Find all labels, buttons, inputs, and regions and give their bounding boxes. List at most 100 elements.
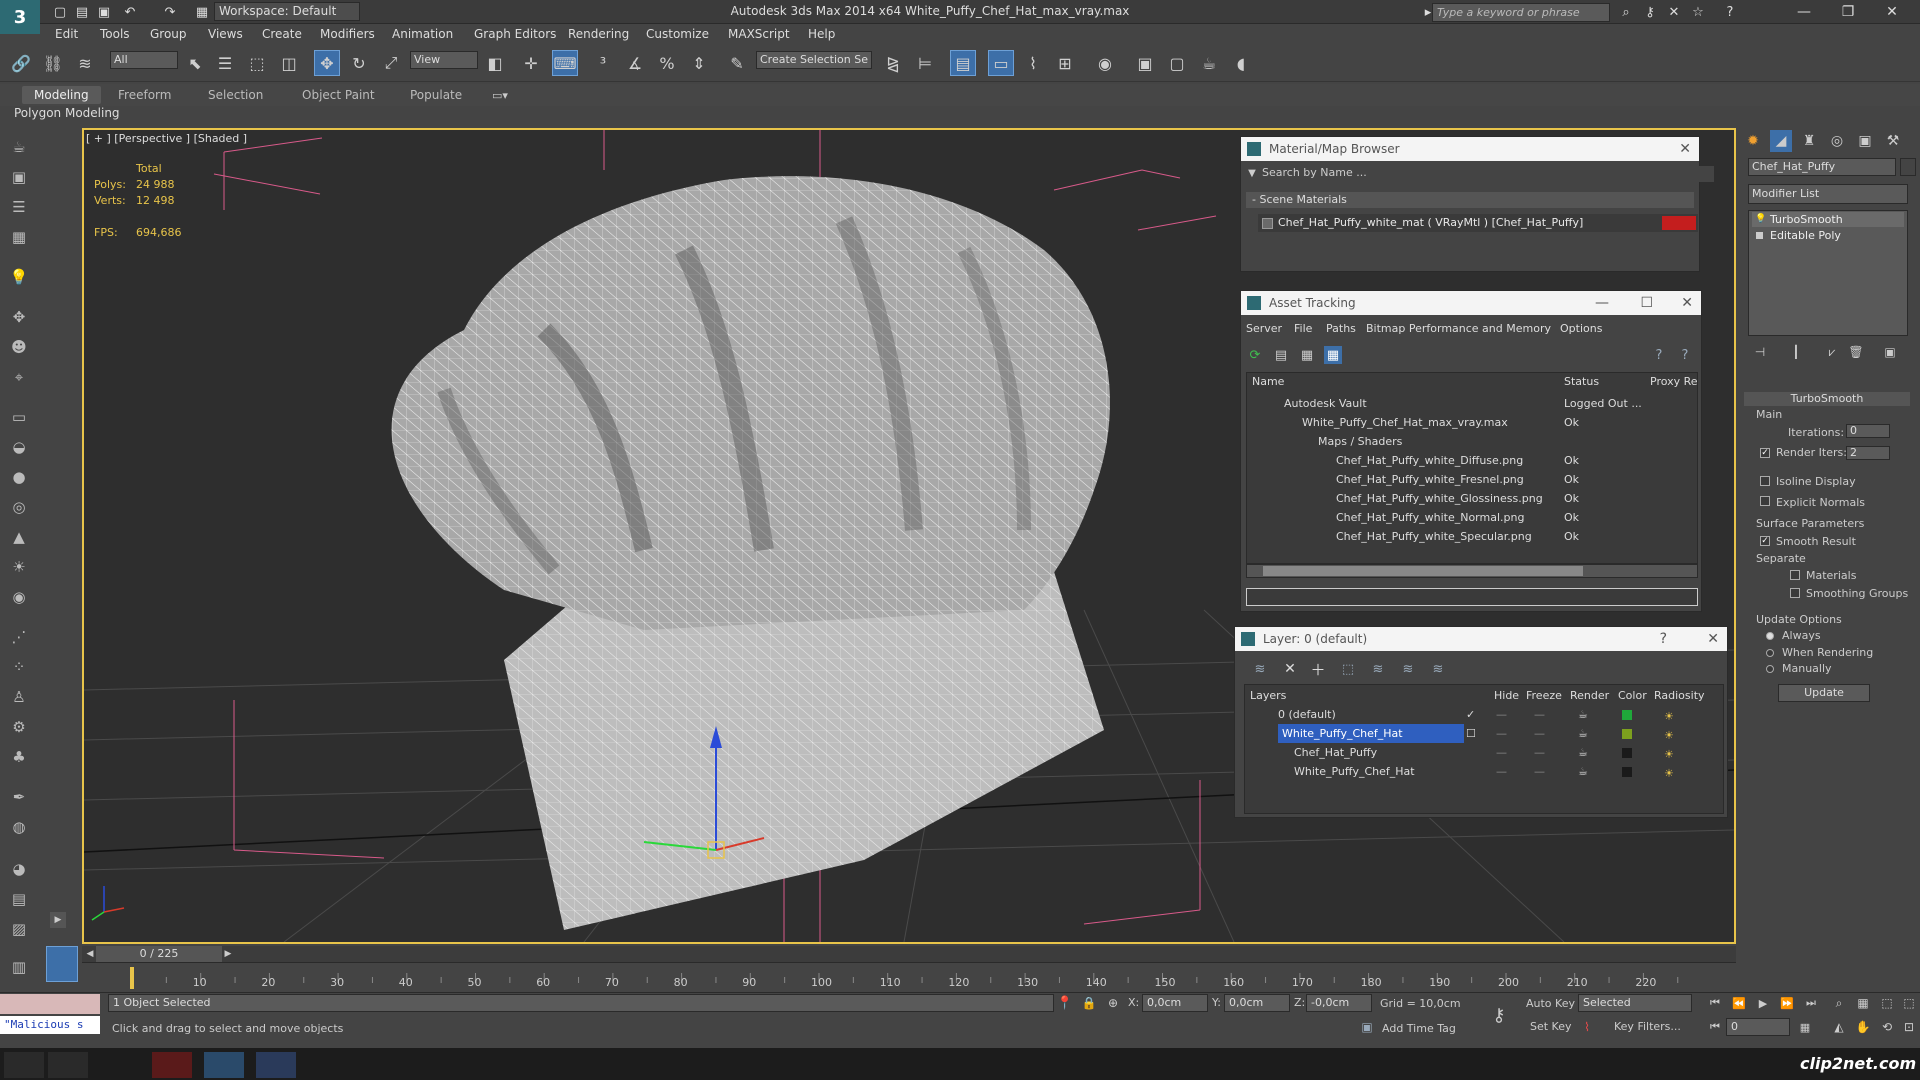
render-setup-icon[interactable]: ▣ xyxy=(1132,50,1158,76)
freeze-toggle-icon[interactable]: — xyxy=(1534,743,1545,762)
expand-arrow-icon[interactable]: ▶ xyxy=(50,912,66,928)
ribbon-tab-freeform[interactable]: Freeform xyxy=(106,86,183,104)
taskbar-item[interactable] xyxy=(204,1052,244,1078)
named-selection-dropdown[interactable]: Create Selection Se xyxy=(756,51,872,69)
go-to-end-icon[interactable]: ⏭ xyxy=(1802,994,1820,1012)
hair-icon[interactable]: ⋰ xyxy=(6,624,32,650)
menu-graph-editors[interactable]: Graph Editors xyxy=(474,27,556,43)
orbit-icon[interactable]: ⟲ xyxy=(1878,1018,1896,1036)
radiosity-icon[interactable]: ☀ xyxy=(1664,764,1678,780)
gold-sphere-icon[interactable]: ◉ xyxy=(6,584,32,610)
add-to-layer-icon[interactable]: ＋ xyxy=(1308,660,1328,679)
list-icon[interactable]: ☰ xyxy=(6,194,32,220)
layer-row[interactable]: White_Puffy_Chef_Hat ☐ — — ☕ ☀ xyxy=(1244,724,1722,743)
scene-explorer-icon[interactable]: ▤ xyxy=(6,886,32,912)
asset-menu-bitmap-performance[interactable]: Bitmap Performance and Memory xyxy=(1366,322,1551,338)
redo-icon[interactable]: ↷ xyxy=(160,3,180,21)
pivot-center-icon[interactable]: ◧ xyxy=(482,50,508,76)
window-crossing-icon[interactable]: ◫ xyxy=(276,50,302,76)
ribbon-tab-modeling[interactable]: Modeling xyxy=(22,86,101,104)
mini-curve-editor-icon[interactable] xyxy=(46,946,78,982)
taskbar-item[interactable] xyxy=(48,1052,88,1078)
maximize-viewport-icon[interactable]: ⊡ xyxy=(1900,1018,1918,1036)
asset-horizontal-scrollbar[interactable] xyxy=(1246,564,1698,578)
layer-manager-titlebar[interactable]: Layer: 0 (default) ? ✕ xyxy=(1235,627,1727,651)
render-teapot-icon[interactable]: ☕ xyxy=(1578,762,1588,781)
remove-modifier-icon[interactable]: 🗑 xyxy=(1846,344,1866,360)
close-icon[interactable]: ✕ xyxy=(1707,627,1719,651)
taskbar-item[interactable] xyxy=(4,1052,44,1078)
lock-selection-icon[interactable]: 🔒 xyxy=(1080,994,1098,1012)
hierarchy-tab-icon[interactable]: ♜ xyxy=(1798,130,1820,152)
zoom-icon[interactable]: ⌕ xyxy=(1830,994,1848,1012)
close-icon[interactable]: ✕ xyxy=(1679,137,1691,161)
box-icon[interactable]: ▭ xyxy=(6,404,32,430)
object-color-swatch[interactable] xyxy=(1900,158,1916,176)
update-always-radio[interactable] xyxy=(1766,632,1774,640)
modify-tab-icon[interactable]: ◢ xyxy=(1770,130,1792,152)
table-row[interactable]: Chef_Hat_Puffy_white_Glossiness.png Ok xyxy=(1248,489,1696,508)
next-frame-arrow-icon[interactable]: ▶ xyxy=(222,947,234,961)
help-icon[interactable]: ? xyxy=(1720,3,1740,21)
help-icon[interactable]: ? xyxy=(1650,346,1668,364)
workspace-dropdown[interactable]: Workspace: Default xyxy=(214,2,360,21)
scrollbar-thumb[interactable] xyxy=(1263,566,1583,576)
motion-tab-icon[interactable]: ◎ xyxy=(1826,130,1848,152)
exchange-icon[interactable]: ✕ xyxy=(1664,3,1684,21)
unlink-icon[interactable]: ⛓ xyxy=(40,50,66,76)
render-iters-checkbox[interactable]: ✓ xyxy=(1760,448,1770,458)
key-filters-button[interactable]: Key Filters... xyxy=(1614,1020,1681,1033)
new-file-icon[interactable]: ▢ xyxy=(50,3,70,21)
sun-icon[interactable]: ☀ xyxy=(6,554,32,580)
hide-toggle-icon[interactable]: — xyxy=(1496,724,1507,743)
asset-menu-file[interactable]: File xyxy=(1294,322,1312,338)
menu-group[interactable]: Group xyxy=(150,27,187,43)
grid-icon[interactable]: ▦ xyxy=(6,224,32,250)
isolate-icon[interactable]: 📍 xyxy=(1056,994,1074,1012)
select-manipulate-icon[interactable]: ✛ xyxy=(518,50,544,76)
scene-materials-header[interactable]: - Scene Materials xyxy=(1246,192,1694,208)
select-and-rotate-icon[interactable]: ↻ xyxy=(346,50,372,76)
gear-icon[interactable]: ⚙ xyxy=(6,714,32,740)
show-end-result-icon[interactable]: ┃ xyxy=(1786,344,1806,360)
sphere-blue-icon[interactable]: ◕ xyxy=(6,856,32,882)
scene-material-item[interactable]: Chef_Hat_Puffy_white_mat ( VRayMtl ) [Ch… xyxy=(1258,214,1698,232)
menu-help[interactable]: Help xyxy=(808,27,835,43)
table-row[interactable]: Chef_Hat_Puffy_white_Diffuse.png Ok xyxy=(1248,451,1696,470)
ribbon-tab-object-paint[interactable]: Object Paint xyxy=(290,86,387,104)
particles-icon[interactable]: ⁘ xyxy=(6,654,32,680)
material-browser-titlebar[interactable]: Material/Map Browser ✕ xyxy=(1241,137,1699,161)
active-layer-box-icon[interactable]: ☐ xyxy=(1466,724,1476,743)
render-iters-spinner[interactable]: 2 xyxy=(1846,446,1890,460)
graphite-toggle-icon[interactable]: ▭ xyxy=(988,50,1014,76)
binoculars-icon[interactable]: ⌕ xyxy=(1616,3,1636,21)
smoothing-groups-checkbox[interactable] xyxy=(1790,588,1800,598)
rect-selection-icon[interactable]: ⬚ xyxy=(244,50,270,76)
biped-icon[interactable]: ☻ xyxy=(6,334,32,360)
next-frame-icon[interactable]: ⏩ xyxy=(1778,994,1796,1012)
absolute-mode-icon[interactable]: ⊕ xyxy=(1104,994,1122,1012)
scroll-icon[interactable]: ▥ xyxy=(6,954,32,980)
display-tab-icon[interactable]: ▣ xyxy=(1854,130,1876,152)
object-name-input[interactable]: Chef_Hat_Puffy xyxy=(1748,158,1896,176)
material-ball-icon[interactable]: ◍ xyxy=(6,814,32,840)
select-and-link-icon[interactable]: 🔗 xyxy=(8,50,34,76)
menu-modifiers[interactable]: Modifiers xyxy=(320,27,375,43)
radiosity-icon[interactable]: ☀ xyxy=(1664,707,1678,723)
time-tag-icon[interactable]: ▣ xyxy=(1358,1018,1376,1036)
bitmap-icon[interactable]: ▨ xyxy=(6,916,32,942)
restore-icon[interactable]: ❐ xyxy=(1828,2,1868,22)
ribbon-options-icon[interactable]: ▭▾ xyxy=(488,88,512,102)
close-icon[interactable]: ✕ xyxy=(1681,291,1693,315)
rendered-frame-window-icon[interactable]: ▢ xyxy=(1164,50,1190,76)
stack-item-editable-poly[interactable]: Editable Poly xyxy=(1752,228,1904,243)
previous-frame-icon[interactable]: ⏪ xyxy=(1730,994,1748,1012)
menu-maxscript[interactable]: MAXScript xyxy=(728,27,790,43)
ribbon-tab-populate[interactable]: Populate xyxy=(398,86,474,104)
chef-hat-mesh[interactable] xyxy=(391,176,1110,930)
play-icon[interactable]: ▶ xyxy=(1754,994,1772,1012)
zoom-extents-all-icon[interactable]: ⬚ xyxy=(1900,994,1918,1012)
set-key-icon[interactable]: ⚷ xyxy=(1486,1002,1512,1028)
table-row[interactable]: White_Puffy_Chef_Hat_max_vray.max Ok xyxy=(1248,413,1696,432)
modifier-list-dropdown[interactable]: Modifier List xyxy=(1748,184,1908,204)
